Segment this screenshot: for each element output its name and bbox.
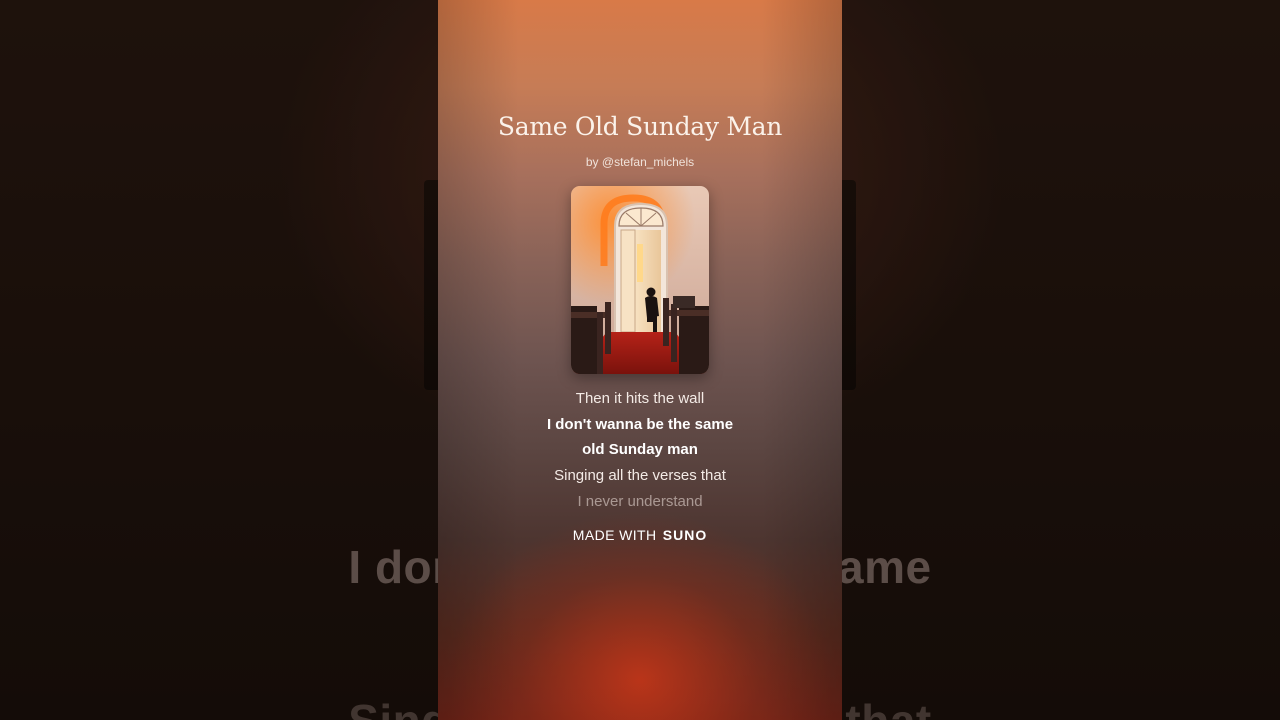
video-frame: I don't wanna be the same Singing all th… [0, 0, 1280, 720]
lyric-line: Singing all the verses that [554, 467, 726, 485]
album-cover-church-door-image [571, 186, 709, 374]
album-cover [571, 186, 709, 374]
suno-logo: SUNO [662, 527, 708, 543]
made-with-suno-watermark: MADE WITH SUNO [438, 527, 842, 543]
lyrics-block: Then it hits the wall I don't wanna be t… [438, 386, 842, 514]
lyric-card-panel: Same Old Sunday Man by @stefan_michels T… [438, 0, 842, 720]
lyric-line-active: I don't wanna be the same [546, 415, 734, 433]
watermark-prefix: MADE WITH [572, 527, 657, 543]
song-title: Same Old Sunday Man [497, 112, 783, 141]
lyric-line-active: old Sunday man [582, 441, 698, 459]
song-artist: by @stefan_michels [585, 155, 695, 169]
lyric-line: Then it hits the wall [575, 390, 705, 407]
lyric-line-dim: I never understand [577, 492, 703, 510]
background-dim-right [840, 0, 1280, 720]
background-dim-left [0, 0, 440, 720]
